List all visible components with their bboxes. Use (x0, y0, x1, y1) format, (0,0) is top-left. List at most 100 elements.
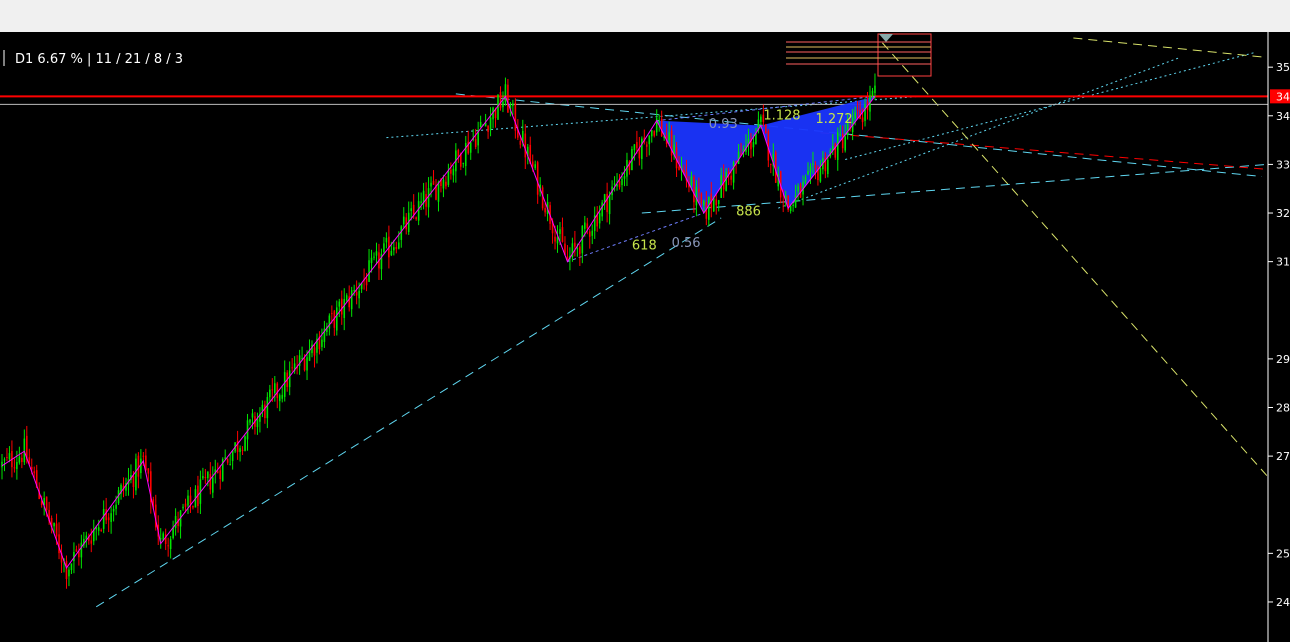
candle-body (244, 436, 246, 451)
candle-body (487, 125, 489, 132)
candle-body (192, 505, 194, 508)
candle-body (797, 186, 799, 192)
candle-body (613, 183, 616, 185)
candle-body (405, 217, 408, 230)
candle-body (266, 397, 269, 419)
y-tick-label: 27 (1276, 450, 1290, 463)
candle-body (474, 139, 477, 148)
candle-body (621, 178, 623, 186)
candle-body (251, 413, 254, 418)
candle-body (331, 313, 333, 315)
candle-body (345, 295, 348, 301)
candle-body (737, 151, 740, 165)
candle-body (187, 495, 189, 506)
candle-body (608, 195, 611, 215)
candle-body (641, 138, 643, 159)
candle-body (755, 133, 757, 145)
candle-body (836, 132, 839, 160)
candle-body (812, 163, 814, 165)
y-tick-label: 32 (1276, 207, 1290, 220)
candle-body (303, 358, 306, 371)
candle-body (650, 130, 653, 137)
candle-body (256, 418, 259, 428)
candle-body (207, 471, 209, 479)
candle-body (420, 201, 422, 203)
candle-body (732, 162, 735, 183)
candle-body (646, 144, 648, 147)
candle-body (556, 237, 559, 244)
candle-body (524, 133, 527, 158)
candle-body (864, 104, 866, 121)
candle-body (358, 290, 360, 299)
candle-body (623, 176, 626, 179)
candle-body (856, 109, 859, 111)
candle-body (765, 124, 767, 134)
price-chart[interactable]: 0.93 1.128 1.272 886 618 0.56 35 34 33 32 31 29 28 2… (0, 32, 1290, 642)
candle-body (90, 540, 93, 544)
candle-body (13, 467, 16, 469)
candle-body (78, 551, 80, 558)
candle-body (395, 247, 398, 249)
candle-body (844, 136, 846, 151)
target-marker-icon (879, 34, 893, 42)
candle-body (68, 569, 70, 577)
candle-body (291, 367, 293, 369)
ratio-label: 0.56 (672, 236, 701, 251)
candle-body (504, 84, 507, 103)
current-price-label: 34 (1276, 90, 1290, 103)
candle-body (107, 517, 110, 521)
candle-body (730, 175, 732, 180)
candle-body (489, 117, 492, 131)
y-tick-label: 28 (1276, 401, 1290, 414)
candle-body (212, 477, 214, 493)
y-tick-label: 25 (1276, 547, 1290, 560)
candle-body (678, 166, 680, 170)
candle-body (350, 290, 353, 310)
candle-body (373, 256, 375, 258)
candle-body (462, 162, 465, 164)
candle-body (814, 164, 817, 168)
candle-body (45, 496, 48, 510)
candle-body (544, 208, 546, 213)
candle-body (653, 131, 656, 136)
candle-body (499, 92, 502, 109)
candle-body (135, 458, 137, 491)
candle-body (839, 134, 842, 136)
ratio-label: 0.93 (709, 117, 738, 132)
y-tick-label: 34 (1276, 110, 1290, 123)
candle-body (574, 242, 576, 247)
timeframe-info: D1 6.67 % | 11 / 21 / 8 / 3 (15, 52, 183, 67)
candle-body (752, 142, 755, 148)
candle-body (353, 290, 355, 292)
candle-body (110, 513, 112, 522)
candle-body (313, 347, 316, 356)
chart-window[interactable]: 0.93 1.128 1.272 886 618 0.56 35 34 33 32 31 29 28 2… (0, 32, 1290, 642)
candle-body (209, 474, 212, 490)
candle-body (383, 243, 385, 253)
candle-body (226, 459, 229, 463)
candle-body (427, 188, 430, 208)
candle-body (202, 476, 204, 479)
candle-body (274, 383, 276, 393)
candle-body (874, 85, 876, 94)
candle-body (340, 298, 343, 315)
y-tick-label: 33 (1276, 158, 1290, 171)
candle-body (174, 516, 177, 529)
candle-body (827, 159, 829, 175)
yellow-projection (882, 42, 1268, 476)
candle-body (1, 461, 3, 468)
candle-body (693, 176, 695, 203)
candle-body (370, 257, 373, 263)
candle-body (375, 251, 378, 256)
candle-body (809, 166, 812, 172)
candle-body (321, 339, 323, 347)
candle-body (53, 522, 55, 527)
candle-body (715, 199, 718, 206)
candle-body (281, 394, 284, 399)
candle-body (633, 144, 636, 151)
ratio-label: 1.272 (815, 112, 852, 127)
candle-body (65, 561, 68, 579)
dotted-rise-3 (845, 52, 1255, 161)
candle-body (660, 118, 663, 137)
candle-body (606, 193, 608, 213)
